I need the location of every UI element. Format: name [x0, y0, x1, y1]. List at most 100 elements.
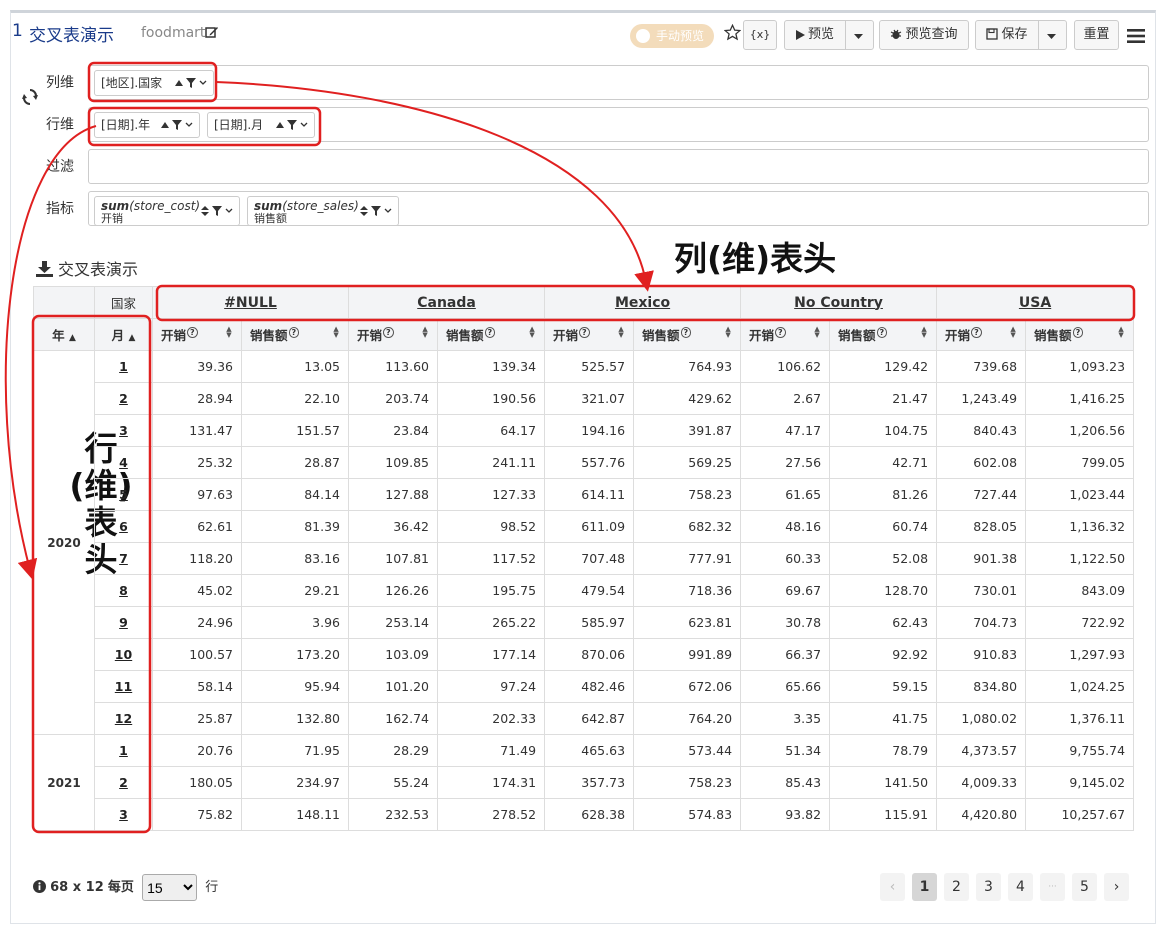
- menu-icon[interactable]: [1127, 28, 1145, 48]
- metric-header[interactable]: 销售额? ▲▼: [633, 318, 742, 351]
- sort-icon[interactable]: ▲▼: [617, 325, 625, 337]
- metric-header[interactable]: 销售额? ▲▼: [1025, 318, 1135, 351]
- manual-preview-toggle[interactable]: 手动预览: [630, 24, 714, 48]
- value-cell: 48.16: [740, 510, 831, 543]
- sort-icon[interactable]: ▲▼: [225, 325, 233, 337]
- country-header[interactable]: Canada: [348, 286, 546, 319]
- sort-asc-icon[interactable]: [161, 122, 169, 128]
- sort-asc-icon[interactable]: [276, 122, 284, 128]
- help-icon[interactable]: ?: [876, 326, 888, 338]
- per-page-select[interactable]: 15: [142, 874, 198, 901]
- month-cell[interactable]: 4: [94, 446, 153, 479]
- metric-header[interactable]: 开销? ▲▼: [348, 318, 439, 351]
- year-header[interactable]: 年 ▲: [33, 318, 95, 351]
- metric-header[interactable]: 销售额? ▲▼: [829, 318, 938, 351]
- variables-button[interactable]: {x}: [743, 20, 777, 50]
- month-cell[interactable]: 10: [94, 638, 153, 671]
- metric-header[interactable]: 销售额? ▲▼: [240, 318, 350, 351]
- help-icon[interactable]: ?: [484, 326, 496, 338]
- month-cell[interactable]: 3: [94, 798, 153, 831]
- chevron-down-icon[interactable]: [300, 122, 308, 128]
- chevron-down-icon[interactable]: [384, 208, 392, 214]
- metric-header[interactable]: 开销? ▲▼: [936, 318, 1027, 351]
- preview-query-button[interactable]: 预览查询: [879, 20, 969, 50]
- help-icon[interactable]: ?: [680, 326, 692, 338]
- sort-icon[interactable]: ▲▼: [421, 325, 429, 337]
- sort-asc-icon[interactable]: ▲: [69, 333, 76, 343]
- help-icon[interactable]: ?: [288, 326, 300, 338]
- country-header[interactable]: USA: [936, 286, 1135, 319]
- chevron-down-icon[interactable]: [185, 122, 193, 128]
- filter-icon[interactable]: [172, 120, 182, 130]
- sort-icon[interactable]: ▲▼: [920, 325, 928, 337]
- metric-chip-store-cost[interactable]: sum(store_cost) 开销: [94, 196, 240, 226]
- download-icon[interactable]: [36, 261, 53, 277]
- month-cell[interactable]: 6: [94, 510, 153, 543]
- sort-both-icon[interactable]: [201, 206, 209, 216]
- filter-icon[interactable]: [287, 120, 297, 130]
- preview-button[interactable]: 预览: [784, 20, 846, 50]
- sort-icon[interactable]: ▲▼: [528, 325, 536, 337]
- filter-icon[interactable]: [371, 206, 381, 216]
- chevron-down-icon[interactable]: [225, 208, 233, 214]
- month-cell[interactable]: 8: [94, 574, 153, 607]
- help-icon[interactable]: ?: [971, 326, 982, 338]
- metric-header[interactable]: 开销? ▲▼: [740, 318, 831, 351]
- month-cell[interactable]: 3: [94, 414, 153, 447]
- filter-icon[interactable]: [212, 206, 222, 216]
- country-header[interactable]: No Country: [740, 286, 938, 319]
- chevron-down-icon[interactable]: [199, 80, 207, 86]
- help-icon[interactable]: ?: [187, 326, 198, 338]
- reset-button[interactable]: 重置: [1074, 20, 1119, 50]
- save-button[interactable]: 保存: [975, 20, 1039, 50]
- save-dropdown[interactable]: [1038, 20, 1067, 50]
- month-cell[interactable]: 2: [94, 766, 153, 799]
- help-icon[interactable]: ?: [775, 326, 786, 338]
- metric-header[interactable]: 开销? ▲▼: [152, 318, 242, 351]
- swap-axes-icon[interactable]: [22, 88, 38, 110]
- sort-both-icon[interactable]: [360, 206, 368, 216]
- preview-dropdown[interactable]: [845, 20, 874, 50]
- month-header[interactable]: 月 ▲: [94, 318, 153, 351]
- month-cell[interactable]: 1: [94, 734, 153, 767]
- month-cell[interactable]: 5: [94, 478, 153, 511]
- next-page-button[interactable]: ›: [1104, 873, 1129, 901]
- filter-box[interactable]: [88, 149, 1149, 184]
- metrics-box[interactable]: sum(store_cost) 开销 sum(store_sales) 销售额: [88, 191, 1149, 226]
- sort-icon[interactable]: ▲▼: [1009, 325, 1017, 337]
- month-cell[interactable]: 9: [94, 606, 153, 639]
- country-header[interactable]: Mexico: [544, 286, 742, 319]
- sort-icon[interactable]: ▲▼: [1117, 325, 1125, 337]
- metric-chip-store-sales[interactable]: sum(store_sales) 销售额: [247, 196, 399, 226]
- metric-header[interactable]: 开销? ▲▼: [544, 318, 635, 351]
- page-button[interactable]: 1: [912, 873, 937, 901]
- sort-icon[interactable]: ▲▼: [724, 325, 732, 337]
- column-dim-chip[interactable]: [地区].国家: [94, 70, 214, 96]
- month-cell[interactable]: 11: [94, 670, 153, 703]
- help-icon[interactable]: ?: [579, 326, 590, 338]
- metric-header[interactable]: 销售额? ▲▼: [437, 318, 546, 351]
- country-header[interactable]: #NULL: [151, 286, 350, 319]
- page-button[interactable]: 3: [976, 873, 1001, 901]
- page-button[interactable]: 2: [944, 873, 969, 901]
- row-dim-chip-month[interactable]: [日期].月: [207, 112, 315, 138]
- month-cell[interactable]: 12: [94, 702, 153, 735]
- help-icon[interactable]: ?: [1072, 326, 1084, 338]
- row-dims-box[interactable]: [日期].年 [日期].月: [88, 107, 1149, 142]
- page-button[interactable]: 5: [1072, 873, 1097, 901]
- sort-icon[interactable]: ▲▼: [332, 325, 340, 337]
- star-icon[interactable]: [723, 23, 742, 45]
- sort-asc-icon[interactable]: [175, 80, 183, 86]
- edit-icon[interactable]: [205, 25, 219, 43]
- row-dim-chip-year[interactable]: [日期].年: [94, 112, 200, 138]
- prev-page-button[interactable]: ‹: [880, 873, 905, 901]
- month-cell[interactable]: 2: [94, 382, 153, 415]
- help-icon[interactable]: ?: [383, 326, 394, 338]
- column-dims-box[interactable]: [地区].国家: [88, 65, 1149, 100]
- page-button[interactable]: 4: [1008, 873, 1033, 901]
- month-cell[interactable]: 1: [94, 350, 153, 383]
- filter-icon[interactable]: [186, 78, 196, 88]
- sort-icon[interactable]: ▲▼: [813, 325, 821, 337]
- month-cell[interactable]: 7: [94, 542, 153, 575]
- sort-asc-icon[interactable]: ▲: [128, 333, 135, 343]
